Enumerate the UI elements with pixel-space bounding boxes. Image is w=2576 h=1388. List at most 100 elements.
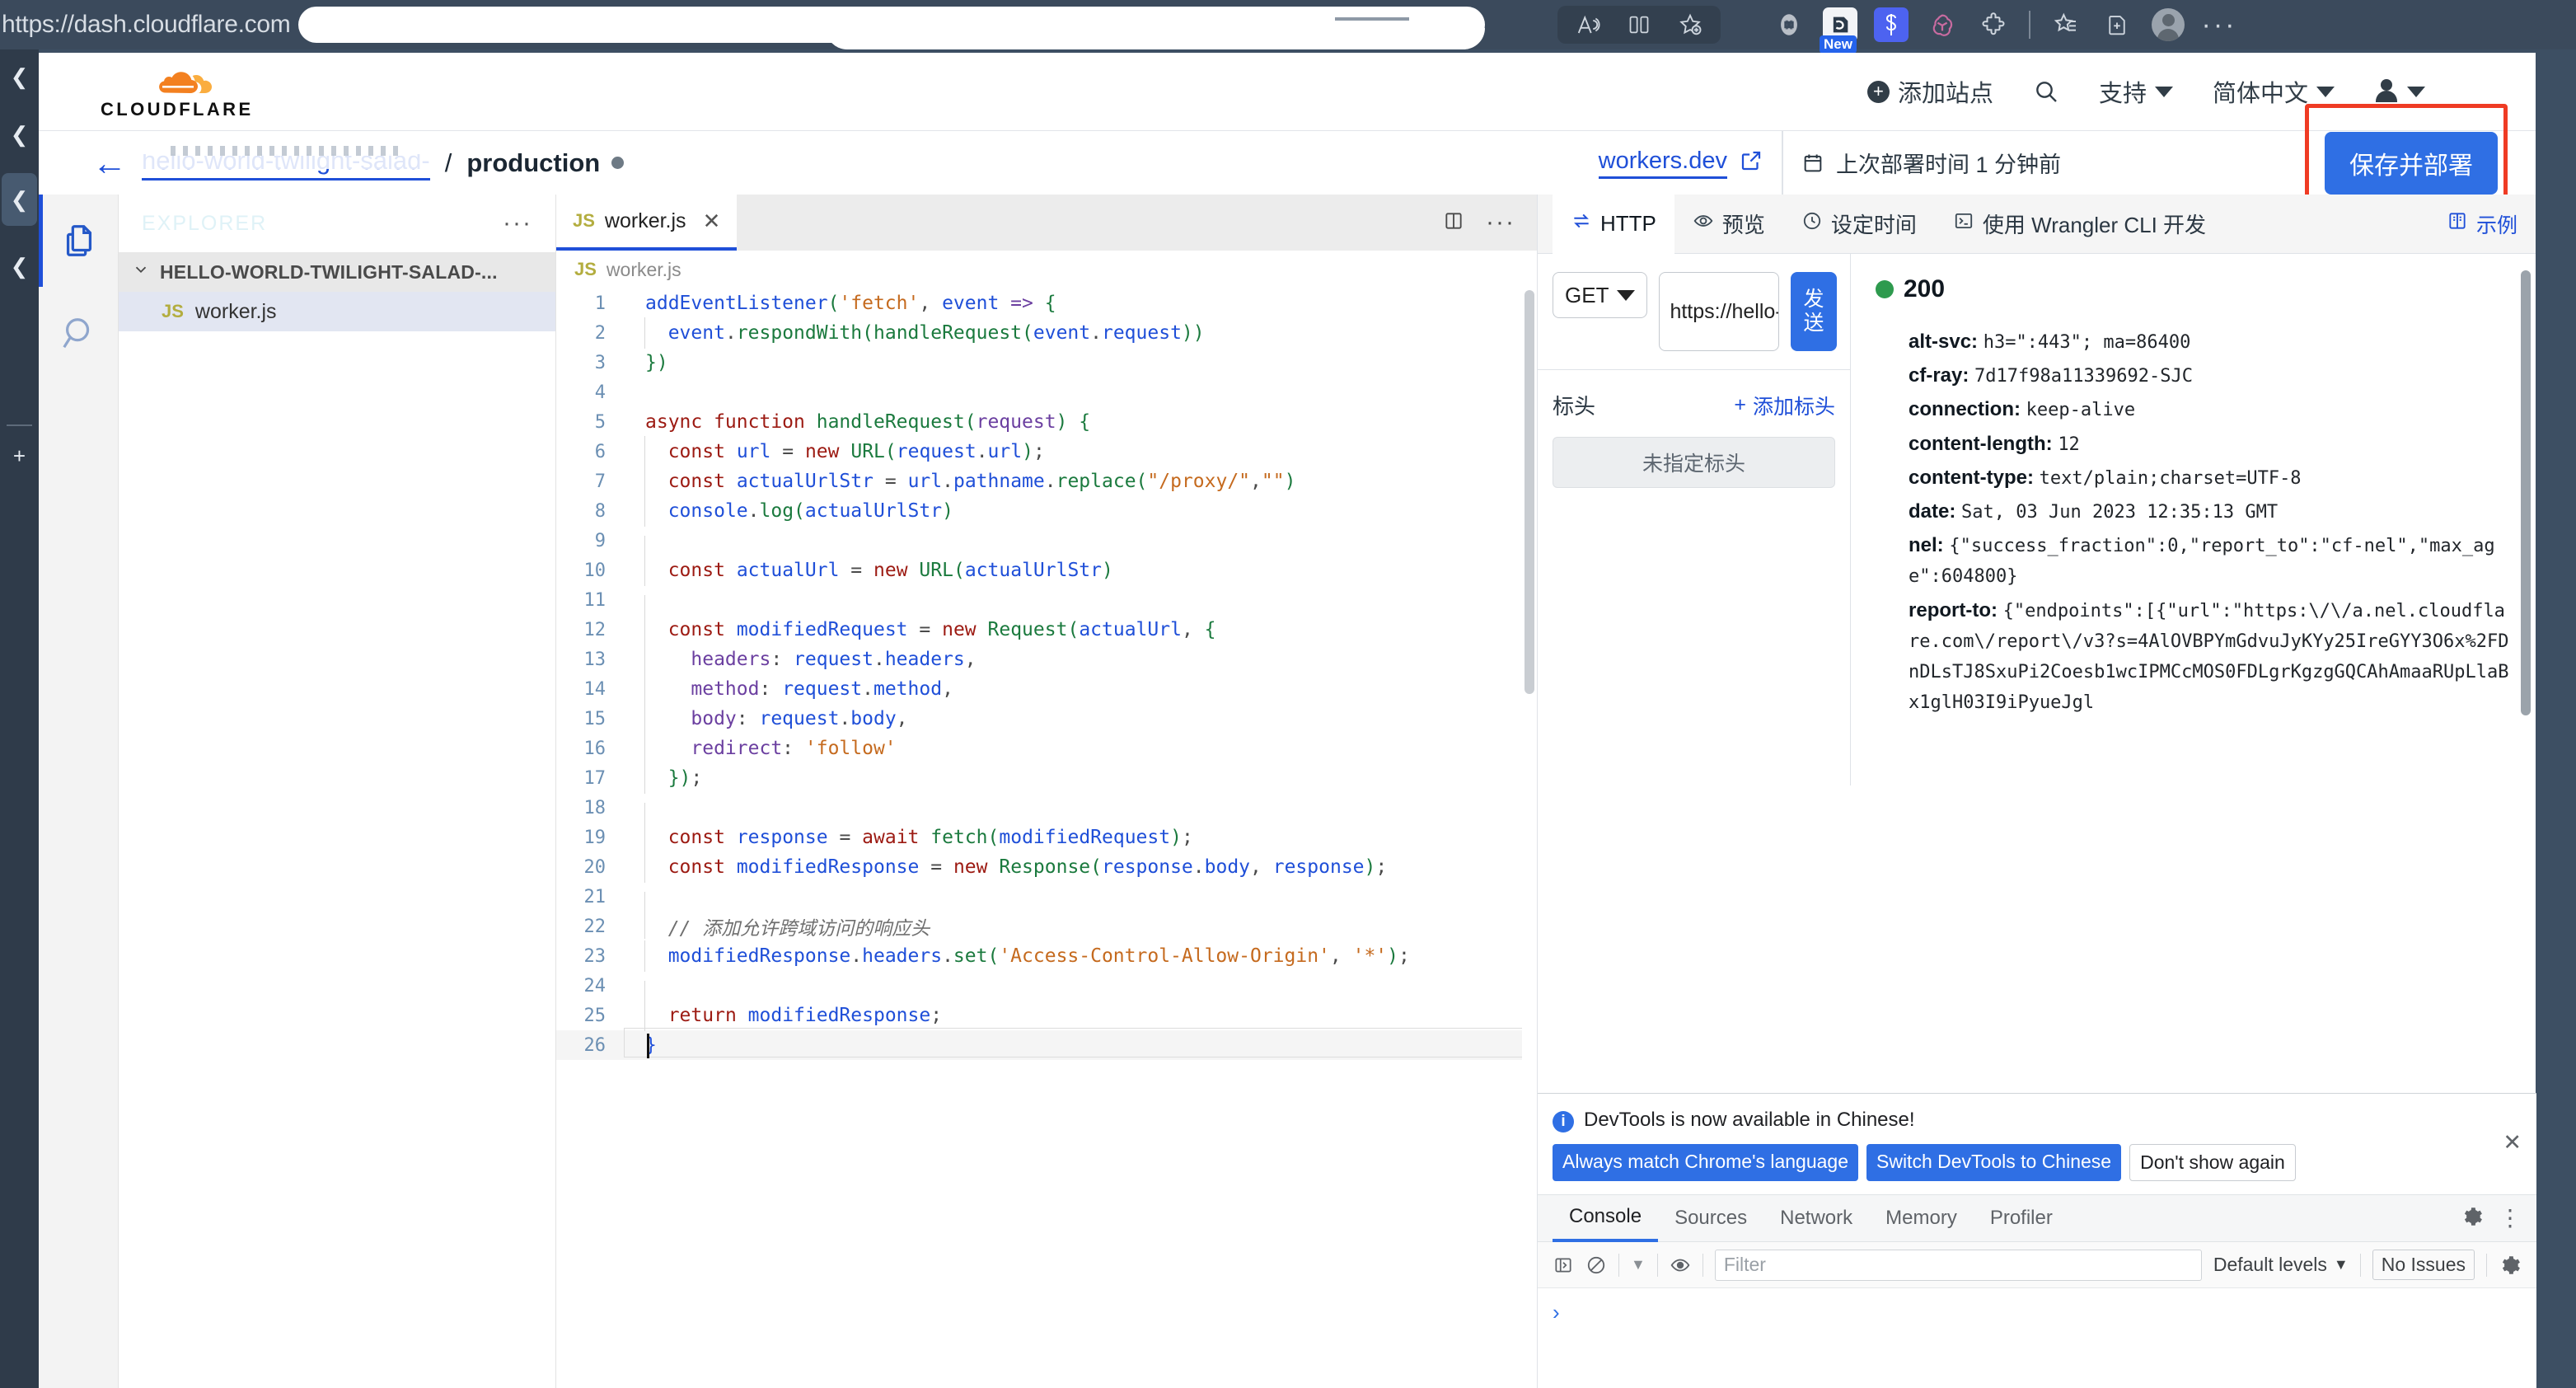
code-line[interactable]: 15 body: request.body, — [556, 704, 1537, 734]
account-menu[interactable] — [2354, 79, 2445, 104]
code-line[interactable]: 9 — [556, 526, 1537, 556]
response-scrollbar-thumb[interactable] — [2521, 270, 2531, 715]
code-text[interactable]: console.log(actualUrlStr) — [624, 500, 1537, 522]
code-line[interactable]: 20 const modifiedResponse = new Response… — [556, 852, 1537, 882]
code-line[interactable]: 16 redirect: 'follow' — [556, 734, 1537, 763]
browser-essentials-icon[interactable] — [2091, 6, 2143, 44]
code-line[interactable]: 7 const actualUrlStr = url.pathname.repl… — [556, 467, 1537, 496]
http-method-select[interactable]: GET — [1553, 272, 1647, 318]
code-text[interactable]: }) — [624, 352, 1537, 373]
editor-tab-worker-js[interactable]: JS worker.js ✕ — [556, 195, 737, 251]
code-text[interactable]: const actualUrl = new URL(actualUrlStr) — [624, 560, 1537, 581]
language-menu[interactable]: 简体中文 — [2193, 74, 2354, 109]
clear-console-icon[interactable] — [1585, 1254, 1607, 1276]
preview-tab-设定时间[interactable]: 设定时间 — [1783, 195, 1935, 254]
settings-more-icon[interactable]: ··· — [2194, 6, 2245, 44]
save-and-deploy-button[interactable]: 保存并部署 — [2325, 132, 2498, 195]
explorer-file-worker-js[interactable]: JS worker.js — [119, 292, 555, 331]
devtools-tab-network[interactable]: Network — [1763, 1194, 1869, 1242]
editor-scrollbar[interactable] — [1522, 288, 1537, 1388]
code-line[interactable]: 13 headers: request.headers, — [556, 645, 1537, 674]
code-text[interactable]: const url = new URL(request.url); — [624, 441, 1537, 462]
explorer-folder-row[interactable]: HELLO-WORLD-TWILIGHT-SALAD-... — [119, 252, 555, 292]
header-search-button[interactable] — [2013, 78, 2079, 105]
ellipsis-icon[interactable]: ··· — [503, 209, 532, 237]
code-text[interactable]: modifiedResponse.headers.set('Access-Con… — [624, 945, 1537, 967]
code-line[interactable]: 5async function handleRequest(request) { — [556, 407, 1537, 437]
close-icon[interactable]: ✕ — [2503, 1130, 2522, 1156]
address-bar-url[interactable]: https://dash.cloudflare.com — [2, 11, 290, 39]
devtools-tab-memory[interactable]: Memory — [1869, 1194, 1974, 1242]
code-line[interactable]: 24 — [556, 971, 1537, 1001]
console-levels-select[interactable]: Default levels ▼ — [2213, 1254, 2349, 1276]
add-header-button[interactable]: + 添加标头 — [1734, 391, 1835, 420]
devtools-notice-button[interactable]: Don't show again — [2129, 1144, 2296, 1181]
preview-tab-预览[interactable]: 预览 — [1674, 195, 1783, 254]
ellipsis-icon[interactable]: ··· — [1486, 209, 1515, 237]
cloudflare-logo[interactable]: CLOUDFLARE — [101, 63, 254, 120]
code-line[interactable]: 1addEventListener('fetch', event => { — [556, 288, 1537, 318]
breadcrumb-worker-link[interactable]: hello-world-twilight-salad- — [142, 146, 430, 181]
console-output[interactable]: › — [1538, 1288, 2536, 1371]
split-screen-icon[interactable] — [1614, 6, 1665, 44]
devtools-notice-button[interactable]: Always match Chrome's language — [1553, 1144, 1858, 1181]
back-arrow-icon[interactable]: ← — [92, 146, 127, 181]
collections-icon[interactable] — [2040, 6, 2091, 44]
sidebar-chevron-icon-1[interactable]: ❮ — [0, 58, 39, 96]
code-line[interactable]: 12 const modifiedRequest = new Request(a… — [556, 615, 1537, 645]
code-line[interactable]: 10 const actualUrl = new URL(actualUrlSt… — [556, 556, 1537, 585]
devtools-tab-sources[interactable]: Sources — [1658, 1194, 1763, 1242]
code-text[interactable]: // 添加允许跨域访问的响应头 — [624, 912, 1537, 940]
eye-icon[interactable] — [1670, 1254, 1691, 1276]
sidebar-chevron-icon-active[interactable]: ❮ — [2, 173, 37, 226]
filter-caret-icon[interactable]: ▼ — [1631, 1256, 1646, 1273]
code-text[interactable]: headers: request.headers, — [624, 649, 1537, 670]
support-menu[interactable]: 支持 — [2079, 74, 2193, 109]
files-icon[interactable] — [39, 195, 119, 287]
code-text[interactable]: method: request.method, — [624, 678, 1537, 700]
code-text[interactable]: const modifiedRequest = new Request(actu… — [624, 619, 1537, 640]
code-line[interactable]: 18 — [556, 793, 1537, 823]
code-text[interactable]: return modifiedResponse; — [624, 1005, 1537, 1026]
devtools-tab-console[interactable]: Console — [1553, 1194, 1658, 1242]
read-aloud-icon[interactable] — [1562, 6, 1614, 44]
kebab-menu-icon[interactable]: ⋮ — [2499, 1212, 2522, 1226]
code-line[interactable]: 19 const response = await fetch(modified… — [556, 823, 1537, 852]
code-line[interactable]: 6 const url = new URL(request.url); — [556, 437, 1537, 467]
code-line[interactable]: 21 — [556, 882, 1537, 912]
execution-context-icon[interactable] — [1553, 1254, 1574, 1276]
profile-avatar-icon[interactable] — [2143, 6, 2194, 44]
gear-icon[interactable] — [2499, 1254, 2522, 1277]
code-line[interactable]: 25 return modifiedResponse; — [556, 1001, 1537, 1030]
close-icon[interactable]: ✕ — [703, 209, 721, 234]
code-text[interactable]: } — [624, 1034, 1537, 1056]
code-line[interactable]: 17 }); — [556, 763, 1537, 793]
code-line[interactable]: 8 console.log(actualUrlStr) — [556, 496, 1537, 526]
workers-dev-link[interactable]: workers.dev — [1599, 148, 1727, 179]
code-line[interactable]: 3}) — [556, 348, 1537, 377]
code-line[interactable]: 26} — [556, 1030, 1537, 1060]
code-text[interactable]: async function handleRequest(request) { — [624, 411, 1537, 433]
code-content[interactable]: 1addEventListener('fetch', event => {2 e… — [556, 288, 1537, 1388]
code-line[interactable]: 14 method: request.method, — [556, 674, 1537, 704]
search-icon[interactable] — [39, 287, 119, 379]
preview-tab-HTTP[interactable]: HTTP — [1553, 195, 1674, 254]
copilot-icon[interactable] — [1763, 6, 1815, 44]
editor-scrollbar-thumb[interactable] — [1525, 290, 1534, 694]
preview-tab-使用 Wrangler CLI 开发[interactable]: 使用 Wrangler CLI 开发 — [1935, 195, 2224, 254]
console-issues-button[interactable]: No Issues — [2372, 1250, 2475, 1280]
request-url-input[interactable]: https://hello-world-twi — [1659, 272, 1779, 351]
external-link-icon[interactable] — [1739, 148, 1763, 177]
code-text[interactable]: event.respondWith(handleRequest(event.re… — [624, 322, 1537, 344]
extension-s-icon[interactable] — [1866, 6, 1917, 44]
code-text[interactable]: const actualUrlStr = url.pathname.replac… — [624, 471, 1537, 492]
examples-link[interactable]: 示例 — [2447, 209, 2536, 239]
devtools-tab-profiler[interactable]: Profiler — [1974, 1194, 2069, 1242]
code-line[interactable]: 23 modifiedResponse.headers.set('Access-… — [556, 941, 1537, 971]
add-site-button[interactable]: + 添加站点 — [1848, 74, 2013, 109]
code-text[interactable]: body: request.body, — [624, 708, 1537, 729]
snipping-extension-icon[interactable]: New — [1815, 6, 1866, 44]
code-text[interactable]: addEventListener('fetch', event => { — [624, 293, 1537, 314]
code-line[interactable]: 22 // 添加允许跨域访问的响应头 — [556, 912, 1537, 941]
code-text[interactable]: const response = await fetch(modifiedReq… — [624, 827, 1537, 848]
